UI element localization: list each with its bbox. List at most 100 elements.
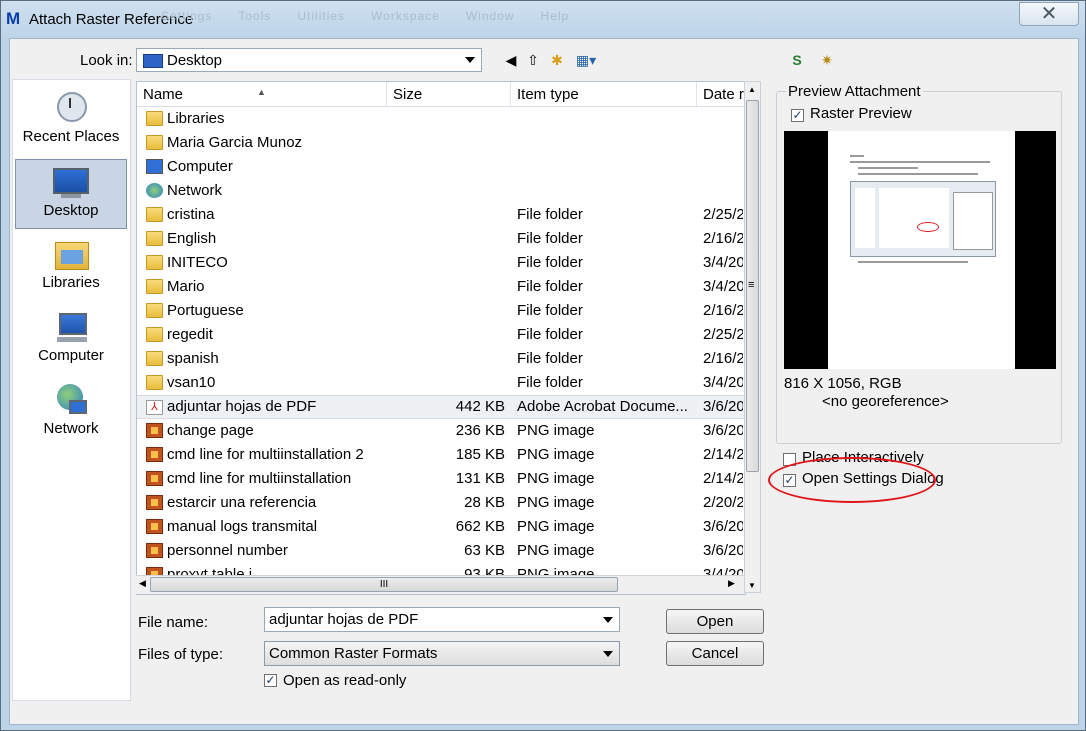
file-name: cristina <box>167 206 215 223</box>
folder-icon <box>146 375 163 390</box>
file-list-horizontal-scrollbar[interactable]: ◀ III ▶ <box>136 575 744 594</box>
file-row[interactable]: cmd line for multiinstallation 2 185 KB PN… <box>137 443 745 467</box>
close-button[interactable]: ✕ <box>1019 2 1079 26</box>
close-icon: ✕ <box>1040 3 1058 25</box>
folder-icon <box>146 303 163 318</box>
look-in-value: Desktop <box>167 52 223 69</box>
horizontal-scroll-thumb[interactable]: III <box>150 577 618 592</box>
column-item-type[interactable]: Item type <box>511 82 697 106</box>
file-list-header: Name ▲ Size Item type Date r <box>137 82 745 107</box>
file-name: cmd line for multiinstallation 2 <box>167 446 364 463</box>
file-list-vertical-scrollbar[interactable]: ▲ ≡ ▼ <box>744 81 761 593</box>
back-icon[interactable]: ◀ <box>502 51 520 69</box>
scroll-left-icon[interactable]: ◀ <box>139 578 146 589</box>
file-row[interactable]: change page 236 KB PNG image 3/6/20 <box>137 419 745 443</box>
file-size: 236 KB <box>455 422 505 439</box>
files-of-type-label: Files of type: <box>138 646 224 663</box>
file-date: 3/4/20 <box>703 254 743 271</box>
file-date: 3/4/20 <box>703 374 743 391</box>
file-date: 2/16/2 <box>703 350 743 367</box>
place-computer[interactable]: Computer <box>15 305 127 375</box>
file-row[interactable]: estarcir una referencia 28 KB PNG image 2/2… <box>137 491 745 515</box>
look-in-dropdown[interactable]: Desktop <box>136 48 482 72</box>
file-name-label: File name: <box>138 614 209 631</box>
file-date: 2/25/2 <box>703 326 743 343</box>
file-row[interactable]: Network <box>137 179 745 203</box>
png-icon <box>146 519 163 534</box>
column-name-label: Name <box>143 86 184 103</box>
file-row[interactable]: regedit File folder 2/25/2 <box>137 323 745 347</box>
place-desktop[interactable]: Desktop <box>15 159 127 229</box>
column-name[interactable]: Name ▲ <box>137 82 387 106</box>
file-name-input[interactable]: adjuntar hojas de PDF <box>264 607 620 632</box>
folder-icon <box>146 327 163 342</box>
file-row[interactable]: spanish File folder 2/16/2 <box>137 347 745 371</box>
file-type: PNG image <box>517 422 595 439</box>
folder-icon <box>146 231 163 246</box>
column-date[interactable]: Date r <box>697 82 745 106</box>
favorites-icon[interactable]: ✷ <box>818 51 836 69</box>
column-type-label: Item type <box>517 86 579 103</box>
place-libraries[interactable]: Libraries <box>15 232 127 302</box>
up-folder-icon[interactable]: ⇧ <box>524 51 542 69</box>
read-only-checkbox[interactable]: ✓ <box>264 674 277 687</box>
png-icon <box>146 495 163 510</box>
cancel-button[interactable]: Cancel <box>666 641 764 666</box>
place-recent-places[interactable]: Recent Places <box>15 86 127 156</box>
cancel-button-label: Cancel <box>691 645 739 662</box>
open-button-label: Open <box>696 613 734 630</box>
file-type: File folder <box>517 326 583 343</box>
file-date: 3/6/20 <box>703 398 743 415</box>
file-name: Network <box>167 182 223 199</box>
file-row[interactable]: INITECO File folder 3/4/20 <box>137 251 745 275</box>
file-name: Mario <box>167 278 205 295</box>
file-type: PNG image <box>517 518 595 535</box>
microstation-app-icon: M <box>6 9 21 28</box>
file-row[interactable]: personnel number 63 KB PNG image 3/6/20 <box>137 539 745 563</box>
raster-preview-checkbox[interactable]: ✓ <box>791 109 804 122</box>
vertical-scroll-thumb[interactable]: ≡ <box>746 100 759 472</box>
file-date: 2/14/2 <box>703 446 743 463</box>
file-row[interactable]: English File folder 2/16/2 <box>137 227 745 251</box>
scroll-grip: ≡ <box>748 279 755 291</box>
file-row[interactable]: cmd line for multiinstallation 131 KB PNG … <box>137 467 745 491</box>
title-bar[interactable]: M Attach Raster Reference Settings Tools… <box>1 1 1085 37</box>
file-row[interactable]: Computer <box>137 155 745 179</box>
files-of-type-value: Common Raster Formats <box>269 645 438 662</box>
folder-icon <box>146 279 163 294</box>
file-date: 2/14/2 <box>703 470 743 487</box>
view-menu-icon[interactable]: ▦▾ <box>572 51 600 69</box>
place-network[interactable]: Network <box>15 378 127 448</box>
refresh-icon[interactable]: S <box>788 51 806 69</box>
file-row[interactable]: Libraries <box>137 107 745 131</box>
file-row[interactable]: manual logs transmital 662 KB PNG image 3/6… <box>137 515 745 539</box>
network-icon <box>51 382 91 418</box>
places-bar: Recent Places Desktop Libraries Computer… <box>12 79 131 701</box>
sort-ascending-icon: ▲ <box>257 87 266 97</box>
column-size[interactable]: Size <box>387 82 511 106</box>
file-name: English <box>167 230 217 247</box>
chevron-down-icon[interactable] <box>603 617 613 623</box>
scroll-right-icon[interactable]: ▶ <box>728 578 735 589</box>
open-button[interactable]: Open <box>666 609 764 634</box>
files-of-type-select[interactable]: Common Raster Formats <box>264 641 620 666</box>
folder-icon <box>146 351 163 366</box>
file-row[interactable]: Portuguese File folder 2/16/2 <box>137 299 745 323</box>
file-name: estarcir una referencia <box>167 494 317 511</box>
new-folder-icon[interactable]: ✱ <box>548 51 566 69</box>
scroll-up-icon[interactable]: ▲ <box>748 85 756 94</box>
libraries-icon <box>146 111 163 126</box>
file-type: PNG image <box>517 470 595 487</box>
file-row[interactable]: Mario File folder 3/4/20 <box>137 275 745 299</box>
file-list[interactable]: Name ▲ Size Item type Date r Libraries Ma… <box>136 81 746 595</box>
dialog-client-area: Look in: Desktop ◀ ⇧ ✱ ▦▾ S ✷ Recent Pla… <box>9 38 1079 725</box>
file-row[interactable]: vsan10 File folder 3/4/20 <box>137 371 745 395</box>
file-date: 2/25/2 <box>703 206 743 223</box>
scroll-down-icon[interactable]: ▼ <box>748 581 756 590</box>
file-row[interactable]: cristina File folder 2/25/2 <box>137 203 745 227</box>
file-name: change page <box>167 422 254 439</box>
file-row[interactable]: Maria Garcia Munoz <box>137 131 745 155</box>
column-size-label: Size <box>393 86 423 103</box>
file-row[interactable]: ⅄ adjuntar hojas de PDF 442 KB Adobe Acroba… <box>137 395 745 419</box>
raster-preview-image <box>784 131 1056 369</box>
